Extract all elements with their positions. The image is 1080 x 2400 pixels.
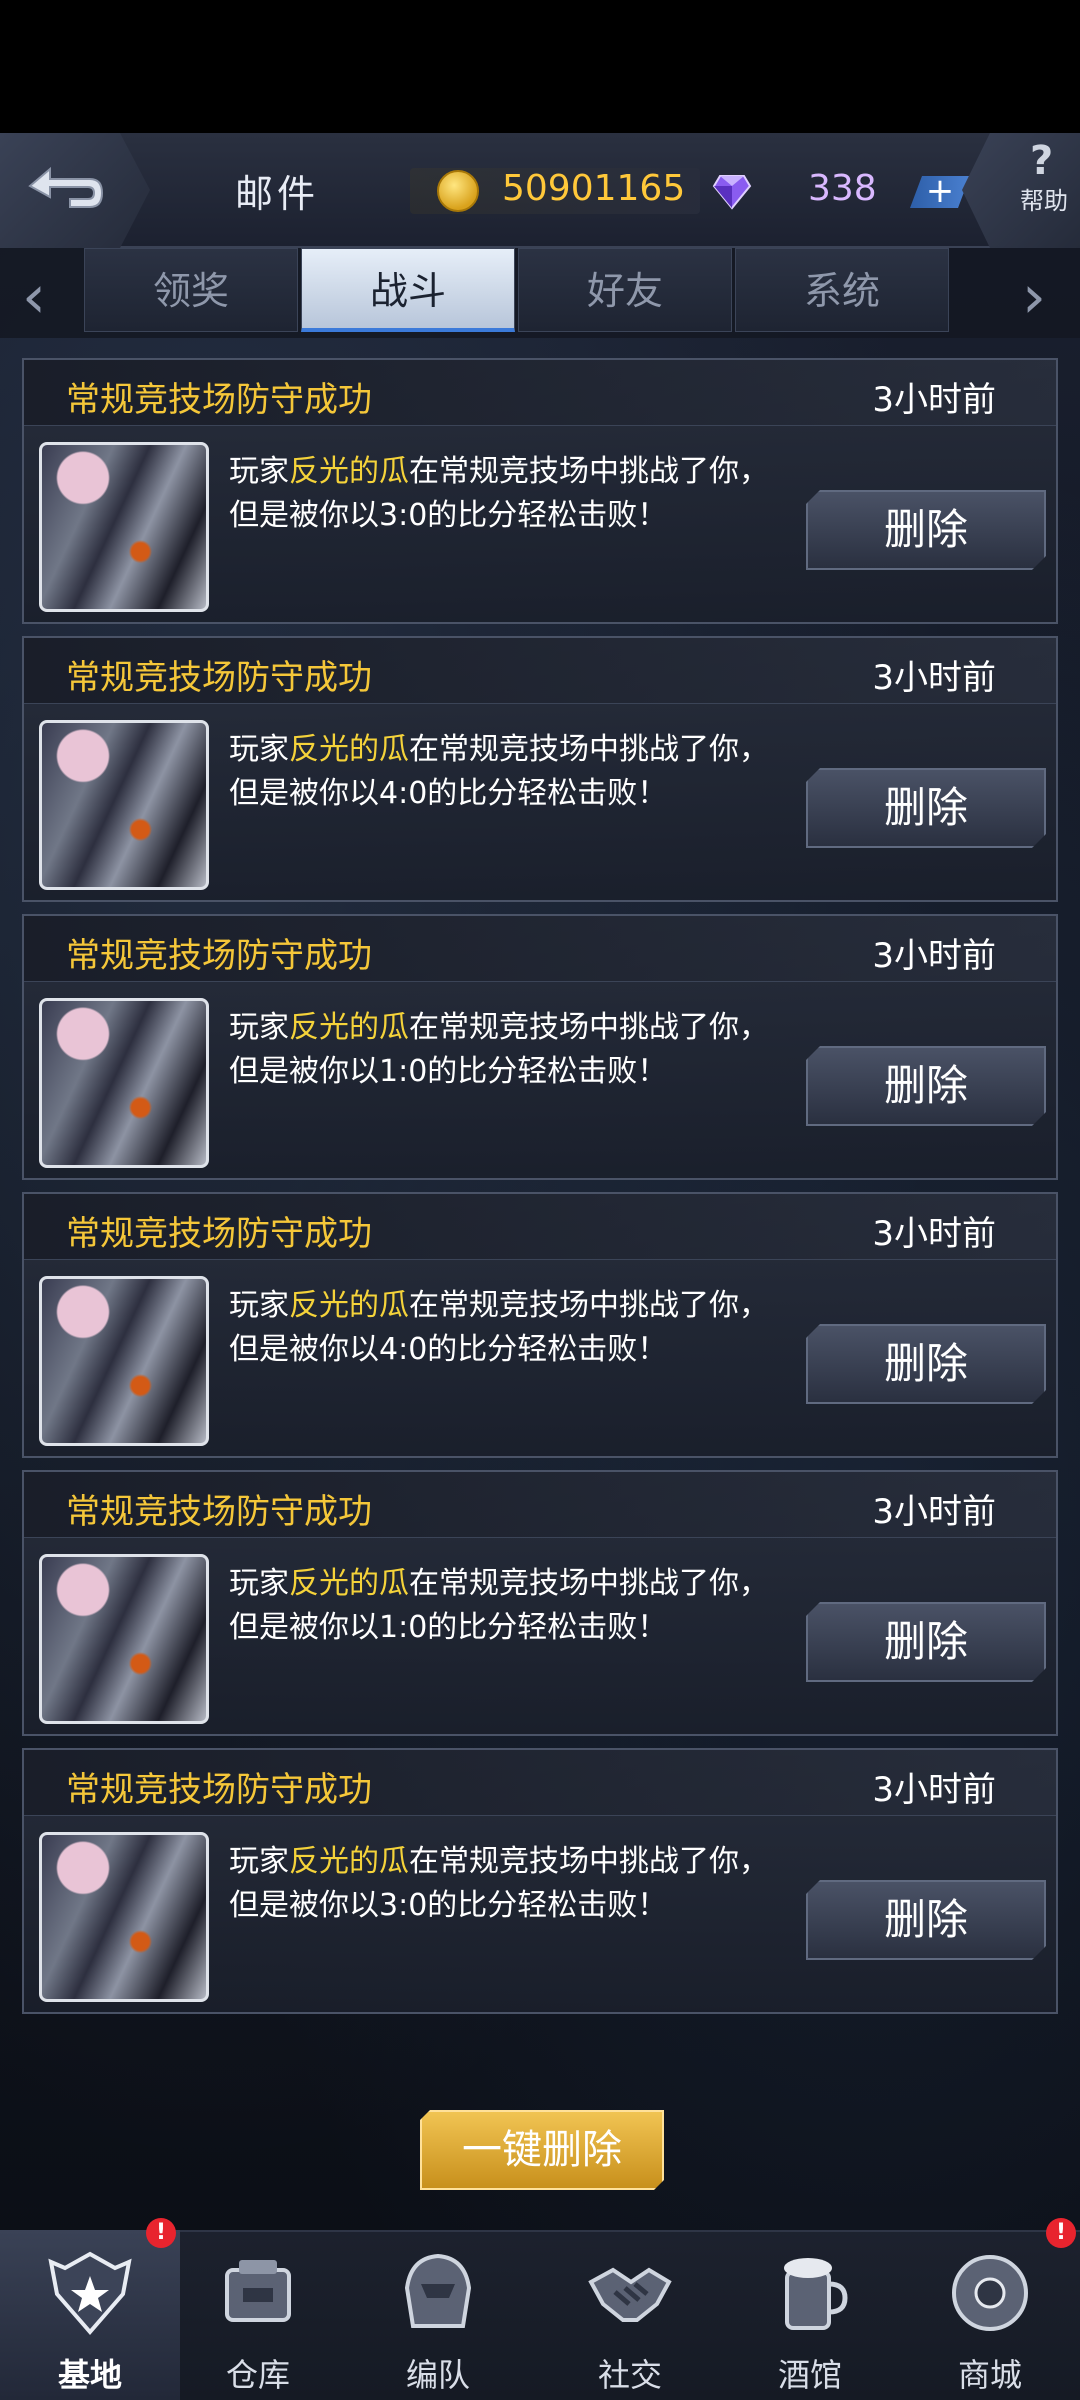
mail-title: 常规竞技场防守成功 bbox=[66, 936, 372, 976]
tab-rewards[interactable]: 领奖 bbox=[84, 248, 298, 332]
delete-button[interactable]: 删除 bbox=[806, 1046, 1046, 1126]
formation-icon bbox=[404, 2253, 472, 2328]
mail-title: 常规竞技场防守成功 bbox=[66, 658, 372, 698]
player-avatar bbox=[39, 1276, 209, 1446]
player-name: 反光的瓜 bbox=[289, 454, 409, 489]
mail-message: 玩家反光的瓜在常规竞技场中挑战了你， 但是被你以1:0的比分轻松击败！ bbox=[229, 1010, 769, 1089]
gold-coin-icon bbox=[437, 170, 479, 212]
mail-title: 常规竞技场防守成功 bbox=[66, 380, 372, 420]
mail-time: 3小时前 bbox=[872, 1770, 996, 1810]
mail-item[interactable]: 常规竞技场防守成功 3小时前 玩家反光的瓜在常规竞技场中挑战了你， 但是被你以3:… bbox=[22, 1748, 1058, 2014]
delete-button[interactable]: 删除 bbox=[806, 1880, 1046, 1960]
notification-badge: ! bbox=[1046, 2218, 1076, 2248]
gold-amount: 50901165 bbox=[502, 168, 686, 209]
mail-message: 玩家反光的瓜在常规竞技场中挑战了你， 但是被你以4:0的比分轻松击败！ bbox=[229, 732, 769, 811]
nav-label: 社交 bbox=[597, 2356, 662, 2394]
nav-label: 酒馆 bbox=[777, 2356, 842, 2394]
nav-formation[interactable]: 编队 bbox=[348, 2230, 528, 2400]
delete-all-button[interactable]: 一键删除 bbox=[420, 2110, 664, 2190]
tab-system[interactable]: 系统 bbox=[735, 248, 949, 332]
delete-button[interactable]: 删除 bbox=[806, 768, 1046, 848]
status-bar bbox=[0, 0, 1080, 133]
back-arrow-icon bbox=[28, 166, 104, 208]
mail-title: 常规竞技场防守成功 bbox=[66, 1214, 372, 1254]
player-name: 反光的瓜 bbox=[289, 732, 409, 767]
mail-item[interactable]: 常规竞技场防守成功 3小时前 玩家反光的瓜在常规竞技场中挑战了你， 但是被你以3:… bbox=[22, 358, 1058, 624]
diamond-amount: 338 bbox=[808, 168, 877, 209]
back-button[interactable] bbox=[0, 133, 150, 248]
nav-base[interactable]: 基地 bbox=[0, 2230, 180, 2400]
mail-time: 3小时前 bbox=[872, 936, 996, 976]
nav-label: 基地 bbox=[57, 2356, 122, 2394]
tavern-icon bbox=[784, 2258, 848, 2330]
base-icon bbox=[48, 2251, 132, 2336]
page-title: 邮件 bbox=[235, 172, 320, 216]
handshake-icon bbox=[588, 2267, 672, 2322]
mail-time: 3小时前 bbox=[872, 658, 996, 698]
mail-time: 3小时前 bbox=[872, 380, 996, 420]
nav-tavern[interactable]: 酒馆 bbox=[720, 2230, 900, 2400]
mail-title: 常规竞技场防守成功 bbox=[66, 1770, 372, 1810]
nav-social[interactable]: 社交 bbox=[540, 2230, 720, 2400]
warehouse-icon bbox=[225, 2260, 291, 2322]
player-name: 反光的瓜 bbox=[289, 1844, 409, 1879]
nav-label: 编队 bbox=[405, 2356, 470, 2394]
mail-item[interactable]: 常规竞技场防守成功 3小时前 玩家反光的瓜在常规竞技场中挑战了你， 但是被你以4:… bbox=[22, 1192, 1058, 1458]
player-avatar bbox=[39, 998, 209, 1168]
mail-message: 玩家反光的瓜在常规竞技场中挑战了你， 但是被你以1:0的比分轻松击败！ bbox=[229, 1566, 769, 1645]
nav-shop[interactable]: 商城 bbox=[900, 2230, 1080, 2400]
delete-button[interactable]: 删除 bbox=[806, 490, 1046, 570]
tab-prev-arrow-icon[interactable]: ‹ bbox=[22, 262, 46, 332]
mail-message: 玩家反光的瓜在常规竞技场中挑战了你， 但是被你以3:0的比分轻松击败！ bbox=[229, 1844, 769, 1923]
player-avatar bbox=[39, 1832, 209, 2002]
nav-label: 商城 bbox=[957, 2356, 1022, 2394]
mail-item[interactable]: 常规竞技场防守成功 3小时前 玩家反光的瓜在常规竞技场中挑战了你， 但是被你以1:… bbox=[22, 1470, 1058, 1736]
shop-icon bbox=[952, 2255, 1028, 2331]
diamond-icon bbox=[712, 175, 752, 210]
delete-button[interactable]: 删除 bbox=[806, 1602, 1046, 1682]
tab-battle[interactable]: 战斗 bbox=[301, 248, 515, 332]
player-avatar bbox=[39, 720, 209, 890]
mail-time: 3小时前 bbox=[872, 1492, 996, 1532]
nav-label: 仓库 bbox=[225, 2356, 290, 2394]
mail-message: 玩家反光的瓜在常规竞技场中挑战了你， 但是被你以4:0的比分轻松击败！ bbox=[229, 1288, 769, 1367]
mail-time: 3小时前 bbox=[872, 1214, 996, 1254]
mail-item[interactable]: 常规竞技场防守成功 3小时前 玩家反光的瓜在常规竞技场中挑战了你， 但是被你以1:… bbox=[22, 914, 1058, 1180]
tab-next-arrow-icon[interactable]: › bbox=[1022, 262, 1046, 332]
delete-button[interactable]: 删除 bbox=[806, 1324, 1046, 1404]
help-icon: ? bbox=[1030, 138, 1054, 184]
player-name: 反光的瓜 bbox=[289, 1288, 409, 1323]
player-avatar bbox=[39, 1554, 209, 1724]
help-label: 帮助 bbox=[1020, 187, 1068, 215]
player-name: 反光的瓜 bbox=[289, 1010, 409, 1045]
player-name: 反光的瓜 bbox=[289, 1566, 409, 1601]
mail-item[interactable]: 常规竞技场防守成功 3小时前 玩家反光的瓜在常规竞技场中挑战了你， 但是被你以4:… bbox=[22, 636, 1058, 902]
mail-title: 常规竞技场防守成功 bbox=[66, 1492, 372, 1532]
player-avatar bbox=[39, 442, 209, 612]
tab-friends[interactable]: 好友 bbox=[518, 248, 732, 332]
nav-warehouse[interactable]: 仓库 bbox=[168, 2230, 348, 2400]
mail-message: 玩家反光的瓜在常规竞技场中挑战了你， 但是被你以3:0的比分轻松击败！ bbox=[229, 454, 769, 533]
